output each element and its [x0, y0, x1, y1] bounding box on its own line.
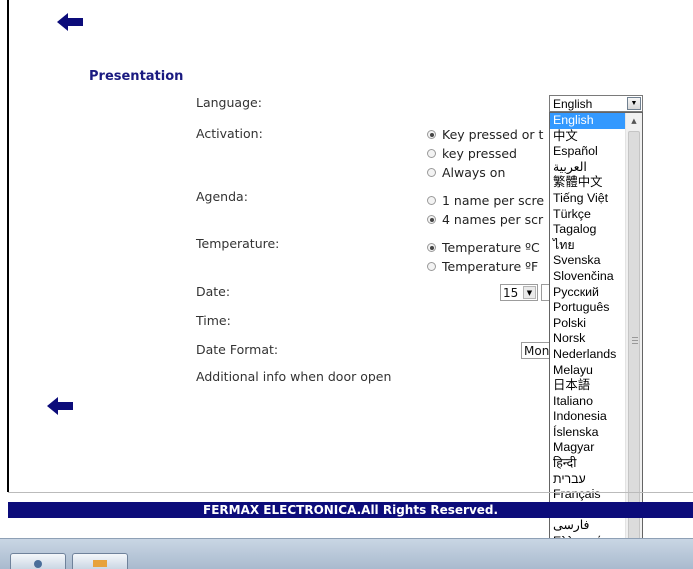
- radio-unchecked-icon[interactable]: [427, 149, 436, 158]
- footer-copyright: FERMAX ELECTRONICA.All Rights Reserved.: [203, 503, 499, 517]
- agenda-option-4-names[interactable]: 4 names per scr: [427, 212, 543, 227]
- language-dropdown-list[interactable]: English 中文 Español العربية 繁體中文 Tiếng Việt Tür…: [549, 112, 643, 569]
- radio-unchecked-icon[interactable]: [427, 196, 436, 205]
- page-left-border: [7, 0, 9, 492]
- date-format-select[interactable]: Mon: [521, 342, 551, 359]
- radio-checked-icon[interactable]: [427, 130, 436, 139]
- radio-checked-icon[interactable]: [427, 215, 436, 224]
- agenda-option-1-name[interactable]: 1 name per scre: [427, 193, 544, 208]
- radio-unchecked-icon[interactable]: [427, 262, 436, 271]
- date-day-select[interactable]: 15 ▼: [500, 284, 538, 301]
- taskbar-button[interactable]: [10, 553, 66, 569]
- additional-info-label: Additional info when door open: [196, 369, 392, 384]
- scrollbar[interactable]: ▲ ▼: [625, 113, 642, 568]
- taskbar-button[interactable]: [72, 553, 128, 569]
- activation-option-key-pressed-or[interactable]: Key pressed or t: [427, 127, 543, 142]
- chevron-down-icon[interactable]: ▼: [523, 286, 536, 299]
- activation-label: Activation:: [196, 126, 263, 141]
- chevron-down-icon[interactable]: ▼: [627, 97, 641, 110]
- language-label: Language:: [196, 95, 262, 110]
- date-label: Date:: [196, 284, 231, 299]
- temperature-label: Temperature:: [196, 236, 280, 251]
- section-title: Presentation: [89, 69, 184, 84]
- radio-unchecked-icon[interactable]: [427, 168, 436, 177]
- time-label: Time:: [196, 313, 231, 328]
- agenda-label: Agenda:: [196, 189, 248, 204]
- taskbar: [0, 538, 693, 569]
- scrollbar-thumb[interactable]: [628, 131, 640, 551]
- radio-checked-icon[interactable]: [427, 243, 436, 252]
- temperature-option-fahrenheit[interactable]: Temperature ºF: [427, 259, 538, 274]
- date-format-label: Date Format:: [196, 342, 279, 357]
- footer-bar: FERMAX ELECTRONICA.All Rights Reserved.: [8, 502, 693, 518]
- activation-option-always-on[interactable]: Always on: [427, 165, 505, 180]
- activation-option-key-pressed[interactable]: key pressed: [427, 146, 517, 161]
- back-arrow-icon[interactable]: [47, 397, 73, 415]
- temperature-option-celsius[interactable]: Temperature ºC: [427, 240, 540, 255]
- footer-divider: [8, 492, 693, 493]
- language-select[interactable]: English ▼: [549, 95, 643, 112]
- scroll-up-icon[interactable]: ▲: [626, 113, 642, 129]
- back-arrow-icon[interactable]: [57, 13, 83, 31]
